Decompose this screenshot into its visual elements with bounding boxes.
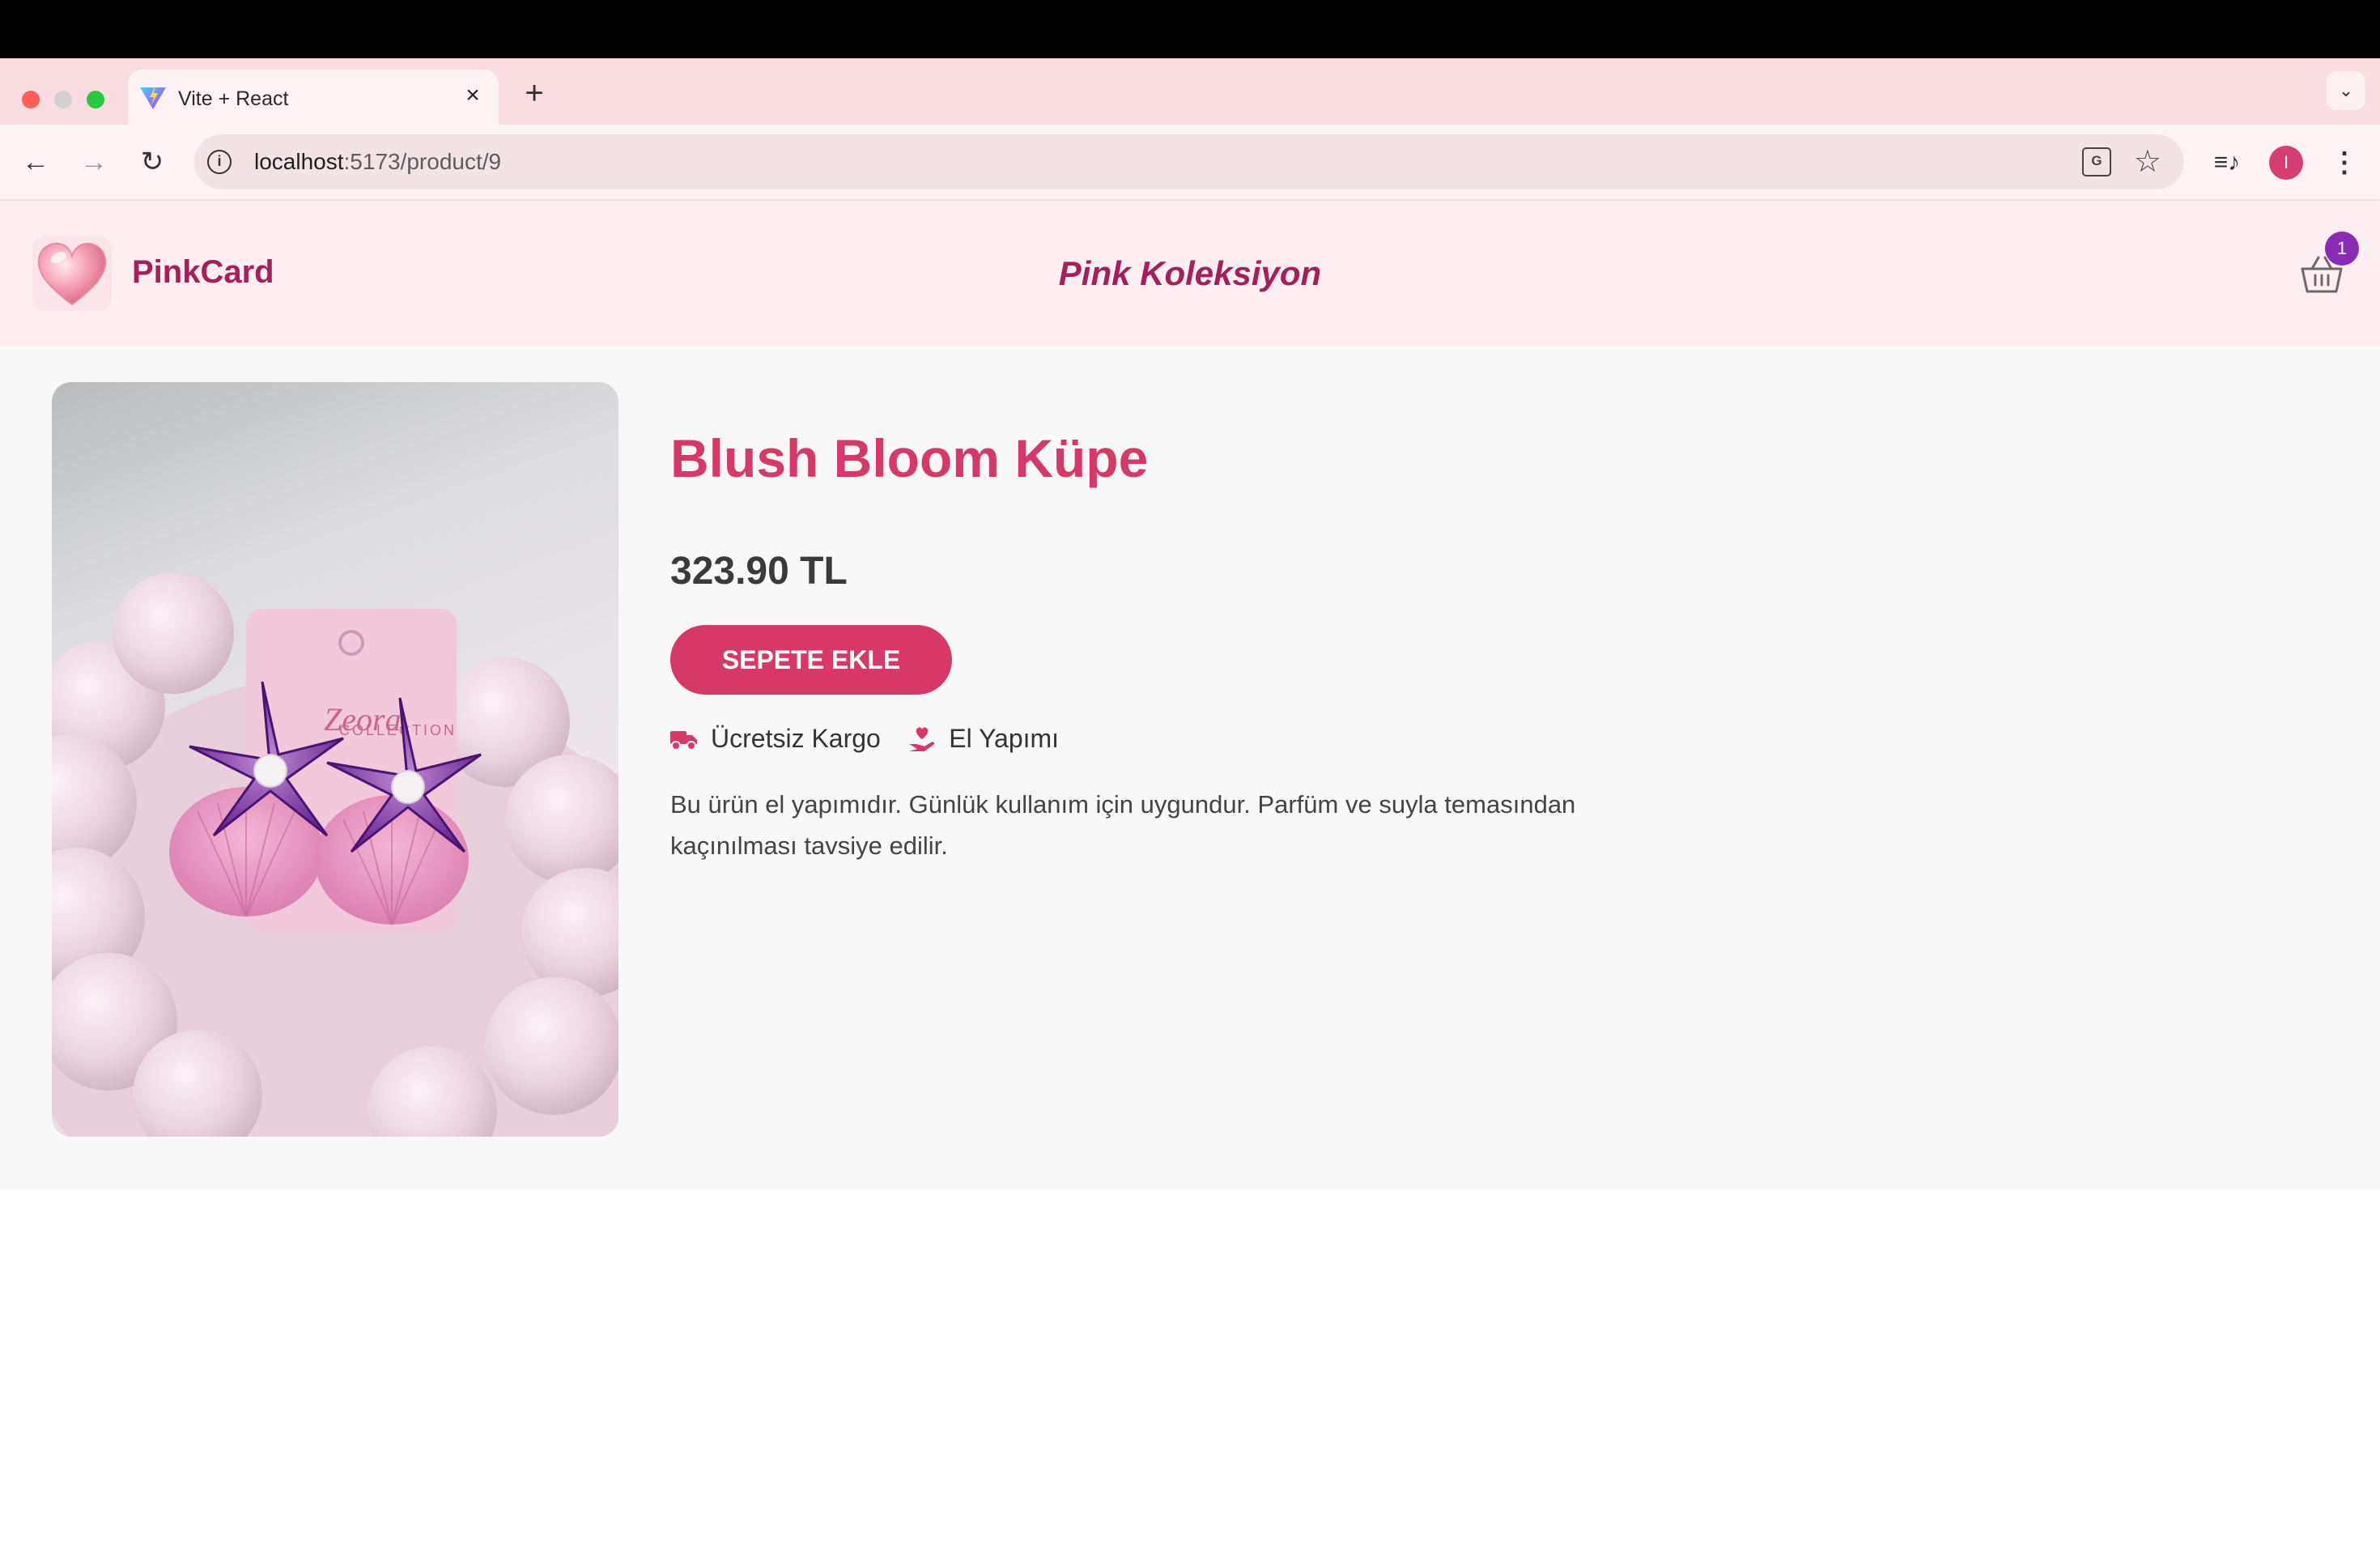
feature-free-shipping: Ücretsiz Kargo <box>670 724 881 754</box>
address-bar[interactable]: i localhost:5173/product/9 G ☆ <box>194 134 2184 189</box>
product-title: Blush Bloom Küpe <box>670 428 1149 488</box>
reload-icon[interactable]: ↻ <box>134 144 170 180</box>
browser-tab-active[interactable]: Vite + React × <box>128 70 499 125</box>
site-header: PinkCard Pink Koleksiyon 1 <box>0 201 2380 347</box>
url-host: localhost <box>254 149 344 174</box>
close-window-button[interactable] <box>22 91 40 108</box>
add-to-cart-button[interactable]: SEPETE EKLE <box>670 625 952 695</box>
product-image: Zeora COLLECTION <box>52 382 618 1137</box>
brand-logo[interactable] <box>32 236 112 311</box>
truck-icon <box>670 730 697 751</box>
site-info-icon[interactable]: i <box>207 150 232 174</box>
feature-label: El Yapımı <box>949 724 1060 753</box>
feature-label: Ücretsiz Kargo <box>711 724 881 753</box>
close-tab-icon[interactable]: × <box>458 81 487 110</box>
cart-count-badge: 1 <box>2325 232 2359 266</box>
product-description: Bu ürün el yapımıdır. Günlük kullanım iç… <box>670 790 1576 860</box>
os-top-bar <box>0 0 2380 58</box>
product-page: Zeora COLLECTION Blush Bloom Küpe 323.90… <box>0 347 2380 1190</box>
image-card-text: COLLECTION <box>339 722 457 738</box>
bookmark-star-icon[interactable]: ☆ <box>2134 144 2161 180</box>
cart-button[interactable]: 1 <box>2296 232 2377 313</box>
product-features: Ücretsiz Kargo El Yapımı <box>670 724 1083 759</box>
collection-title: Pink Koleksiyon <box>1058 254 1322 292</box>
back-arrow-icon[interactable]: ← <box>18 144 53 180</box>
profile-avatar[interactable]: I <box>2269 146 2303 180</box>
feature-handmade: El Yapımı <box>908 724 1059 754</box>
earring-photo: Zeora COLLECTION <box>52 572 618 1137</box>
vite-logo-icon <box>140 86 166 109</box>
media-controls-icon[interactable]: ≡♪ <box>2210 146 2244 180</box>
tab-search-chevron-icon[interactable]: ⌄ <box>2327 71 2365 110</box>
url-path: :5173/product/9 <box>343 149 502 174</box>
heart-logo-icon <box>37 242 107 306</box>
new-tab-icon[interactable]: + <box>518 77 550 110</box>
tab-title: Vite + React <box>178 87 289 110</box>
brand-name[interactable]: PinkCard <box>132 254 274 291</box>
product-price: 323.90 TL <box>670 550 848 593</box>
translate-icon[interactable]: G <box>2082 147 2111 176</box>
browser-menu-icon[interactable]: ⋮ <box>2328 144 2361 181</box>
browser-tab-strip: Vite + React × + ⌄ <box>0 58 2380 125</box>
browser-toolbar: ← → ↻ i localhost:5173/product/9 G ☆ ≡♪ … <box>0 125 2380 201</box>
hand-heart-icon <box>909 726 935 751</box>
forward-arrow-icon[interactable]: → <box>76 144 112 180</box>
url-text[interactable]: localhost:5173/product/9 <box>254 149 501 175</box>
minimize-window-button[interactable] <box>54 91 72 108</box>
maximize-window-button[interactable] <box>87 91 104 108</box>
